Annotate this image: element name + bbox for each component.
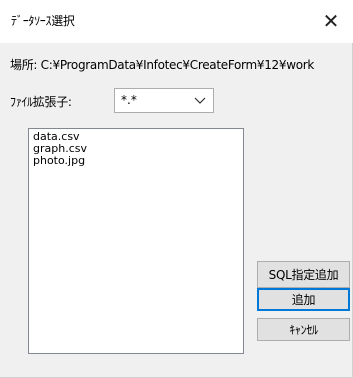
cancel-button[interactable]: ｷｬﾝｾﾙ [257,318,350,341]
list-item[interactable]: photo.jpg [33,155,239,167]
window-title: ﾃﾞｰﾀｿｰｽ選択 [11,14,75,28]
chevron-down-icon [194,97,206,104]
add-button[interactable]: 追加 [257,288,350,311]
file-list[interactable]: data.csv graph.csv photo.jpg [28,128,244,354]
datasource-dialog: ﾃﾞｰﾀｿｰｽ選択 ✕ 場所: C:¥ProgramData¥Infotec¥C… [0,0,353,378]
title-bar: ﾃﾞｰﾀｿｰｽ選択 ✕ [0,0,353,43]
extension-label: ﾌｧｲﾙ拡張子: [10,95,72,109]
close-icon: ✕ [322,9,340,33]
extension-value: *.* [121,93,137,107]
close-button[interactable]: ✕ [315,6,347,36]
sql-add-button[interactable]: SQL指定追加 [257,261,350,288]
extension-dropdown[interactable]: *.* [114,88,214,113]
location-path: 場所: C:¥ProgramData¥Infotec¥CreateForm¥12… [10,58,315,72]
